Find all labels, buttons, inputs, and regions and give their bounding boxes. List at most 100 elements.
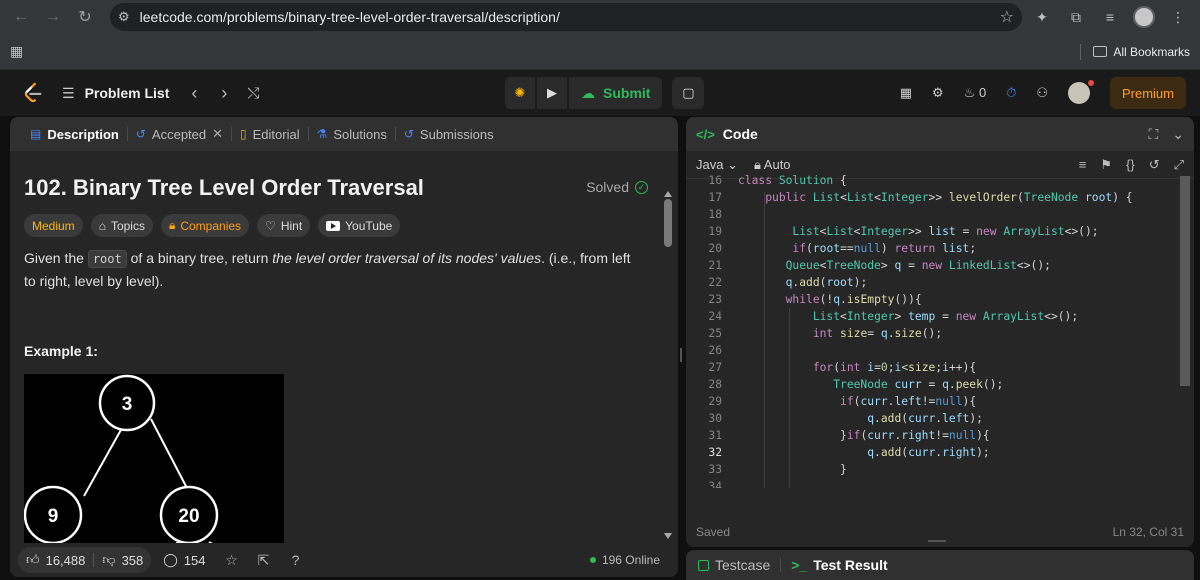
code-editor[interactable]: 16 class Solution {17 public List<List<In… bbox=[686, 172, 1194, 488]
code-line[interactable]: 29 if(curr.left!=null){ bbox=[686, 393, 1194, 410]
panel-resize-handle[interactable] bbox=[680, 348, 682, 362]
companies-chip[interactable]: 🔒︎ Companies bbox=[160, 214, 250, 237]
problem-list-button[interactable]: ☰ Problem List bbox=[62, 85, 169, 102]
example-heading: Example 1: bbox=[24, 343, 98, 359]
code-line[interactable]: 23 while(!q.isEmpty()){ bbox=[686, 291, 1194, 308]
code-line[interactable]: 27 for(int i=0;i<size;i++){ bbox=[686, 359, 1194, 376]
example-tree-image: 3 9 20 bbox=[24, 374, 284, 545]
timer-icon[interactable]: ⏱ bbox=[1006, 85, 1016, 101]
tab-editorial[interactable]: ▯ Editorial bbox=[232, 127, 308, 142]
premium-button[interactable]: Premium bbox=[1109, 77, 1186, 109]
media-icon[interactable]: ≡ bbox=[1096, 4, 1124, 30]
forward-icon[interactable]: → bbox=[40, 4, 66, 30]
hint-chip[interactable]: ♡ Hint bbox=[257, 214, 311, 237]
code-line[interactable]: 20 if(root==null) return list; bbox=[686, 240, 1194, 257]
line-text: } bbox=[738, 463, 847, 476]
tag-icon: ⌂ bbox=[98, 218, 106, 233]
shuffle-icon[interactable]: ⤭ bbox=[247, 85, 259, 102]
settings-icon[interactable]: ⚙ bbox=[932, 85, 944, 101]
code-line[interactable]: 33 } bbox=[686, 461, 1194, 478]
code-line[interactable]: 32 q.add(curr.right); bbox=[686, 444, 1194, 461]
online-status: 196 Online bbox=[589, 553, 660, 567]
tab-submissions[interactable]: ↺ Submissions bbox=[396, 127, 502, 142]
tab-description[interactable]: ▤ Description bbox=[22, 127, 127, 142]
auto-mode[interactable]: 🔒︎ Auto bbox=[754, 157, 791, 173]
tab-solutions[interactable]: ⚗ Solutions bbox=[309, 127, 395, 142]
collapse-icon[interactable]: ⌄ bbox=[1172, 126, 1184, 143]
code-line[interactable]: 31 }if(curr.right!=null){ bbox=[686, 427, 1194, 444]
editor-scrollbar[interactable] bbox=[1180, 176, 1190, 386]
like-count: 16,488 bbox=[45, 552, 86, 568]
comments-button[interactable]: ◯ 154 bbox=[155, 547, 213, 573]
url-text[interactable]: leetcode.com/problems/binary-tree-level-… bbox=[140, 9, 990, 25]
extensions-puzzle-icon[interactable]: ⧉ bbox=[1062, 4, 1090, 30]
braces-icon[interactable]: {} bbox=[1126, 157, 1135, 173]
topics-chip[interactable]: ⌂ Topics bbox=[90, 214, 153, 237]
reset-icon[interactable]: ↺ bbox=[1149, 157, 1160, 173]
submit-button[interactable]: ☁ Submit bbox=[569, 77, 663, 109]
bookmark-icon[interactable]: ⚑ bbox=[1100, 157, 1112, 173]
youtube-chip[interactable]: YouTube bbox=[318, 214, 401, 237]
run-button[interactable]: ▶ bbox=[537, 77, 567, 109]
debug-icon[interactable]: ✺ bbox=[505, 77, 535, 109]
code-line[interactable]: 17 public List<List<Integer>> levelOrder… bbox=[686, 189, 1194, 206]
line-number: 23 bbox=[708, 293, 722, 306]
extension-icon[interactable]: ✦ bbox=[1028, 4, 1056, 30]
code-line[interactable]: 34 bbox=[686, 478, 1194, 488]
format-icon[interactable]: ≡ bbox=[1079, 157, 1087, 173]
line-text: Queue<TreeNode> q = new LinkedList<>(); bbox=[785, 259, 1051, 272]
add-friend-icon[interactable]: ⚇ bbox=[1036, 85, 1048, 101]
help-icon[interactable]: ? bbox=[282, 552, 310, 568]
code-line[interactable]: 28 TreeNode curr = q.peek(); bbox=[686, 376, 1194, 393]
address-bar[interactable]: ⚙ leetcode.com/problems/binary-tree-leve… bbox=[110, 3, 1022, 31]
code-line[interactable]: 16 class Solution { bbox=[686, 172, 1194, 189]
code-line[interactable]: 21 Queue<TreeNode> q = new LinkedList<>(… bbox=[686, 257, 1194, 274]
line-text: for(int i=0;i<size;i++){ bbox=[812, 361, 977, 374]
share-icon[interactable]: ⇱ bbox=[250, 552, 278, 569]
tab-test-result[interactable]: >_ Test Result bbox=[791, 557, 887, 573]
code-line[interactable]: 24 List<Integer> temp = new ArrayList<>(… bbox=[686, 308, 1194, 325]
site-info-icon[interactable]: ⚙ bbox=[118, 9, 130, 25]
problem-title[interactable]: 102. Binary Tree Level Order Traversal bbox=[24, 175, 424, 201]
code-line[interactable]: 30 q.add(curr.left); bbox=[686, 410, 1194, 427]
streak-button[interactable]: ♨ 0 bbox=[964, 85, 987, 101]
expand-icon[interactable]: ⛶ bbox=[1148, 126, 1158, 143]
code-line[interactable]: 25 int size= q.size(); bbox=[686, 325, 1194, 342]
description-scrollbar[interactable] bbox=[664, 191, 672, 539]
layout-grid-icon[interactable]: ▦ bbox=[900, 85, 912, 101]
vote-group: 👍︎ 16,488 👎︎ 358 bbox=[18, 547, 152, 573]
dislike-button[interactable]: 👎︎ 358 bbox=[94, 547, 151, 573]
user-avatar[interactable] bbox=[1067, 80, 1094, 104]
code-line[interactable]: 22 q.add(root); bbox=[686, 274, 1194, 291]
test-result-label: Test Result bbox=[813, 557, 888, 573]
code-line[interactable]: 18 bbox=[686, 206, 1194, 223]
like-button[interactable]: 👍︎ 16,488 bbox=[18, 547, 93, 573]
apps-grid-icon[interactable]: ▦ bbox=[10, 43, 23, 60]
profile-avatar-icon[interactable] bbox=[1130, 4, 1158, 30]
all-bookmarks-button[interactable]: All Bookmarks bbox=[1093, 45, 1190, 59]
menu-icon[interactable]: ⋮ bbox=[1164, 4, 1192, 30]
language-select[interactable]: Java ⌄ bbox=[696, 157, 738, 173]
back-icon[interactable]: ← bbox=[8, 4, 34, 30]
prev-problem-icon[interactable]: ‹ bbox=[191, 83, 197, 104]
left-tabs: ▤ Description ↺ Accepted ✕ ▯ Editorial ⚗… bbox=[10, 117, 678, 151]
description-panel: ▤ Description ↺ Accepted ✕ ▯ Editorial ⚗… bbox=[10, 117, 678, 577]
problem-tags: Medium ⌂ Topics 🔒︎ Companies ♡ Hint YouTube bbox=[24, 214, 401, 237]
vertical-resize-handle[interactable] bbox=[928, 540, 946, 542]
code-line[interactable]: 26 bbox=[686, 342, 1194, 359]
fullscreen-icon[interactable]: ⤢ bbox=[1174, 157, 1184, 173]
code-line[interactable]: 19 List<List<Integer>> list = new ArrayL… bbox=[686, 223, 1194, 240]
tab-accepted[interactable]: ↺ Accepted ✕ bbox=[128, 126, 231, 142]
next-problem-icon[interactable]: › bbox=[221, 83, 227, 104]
close-tab-icon[interactable]: ✕ bbox=[212, 126, 223, 142]
line-number: 25 bbox=[708, 327, 722, 340]
line-number: 31 bbox=[708, 429, 722, 442]
favorite-star-icon[interactable]: ☆ bbox=[218, 552, 246, 569]
leetcode-logo-icon[interactable] bbox=[22, 82, 44, 104]
browser-toolbar: ← → ↻ ⚙ leetcode.com/problems/binary-tre… bbox=[0, 0, 1200, 34]
notes-icon[interactable]: ▢ bbox=[672, 77, 705, 109]
line-text: if(root==null) return list; bbox=[792, 242, 977, 255]
bookmark-star-icon[interactable]: ☆ bbox=[1000, 7, 1014, 27]
tab-testcase[interactable]: Testcase bbox=[698, 557, 770, 573]
reload-icon[interactable]: ↻ bbox=[72, 4, 98, 30]
